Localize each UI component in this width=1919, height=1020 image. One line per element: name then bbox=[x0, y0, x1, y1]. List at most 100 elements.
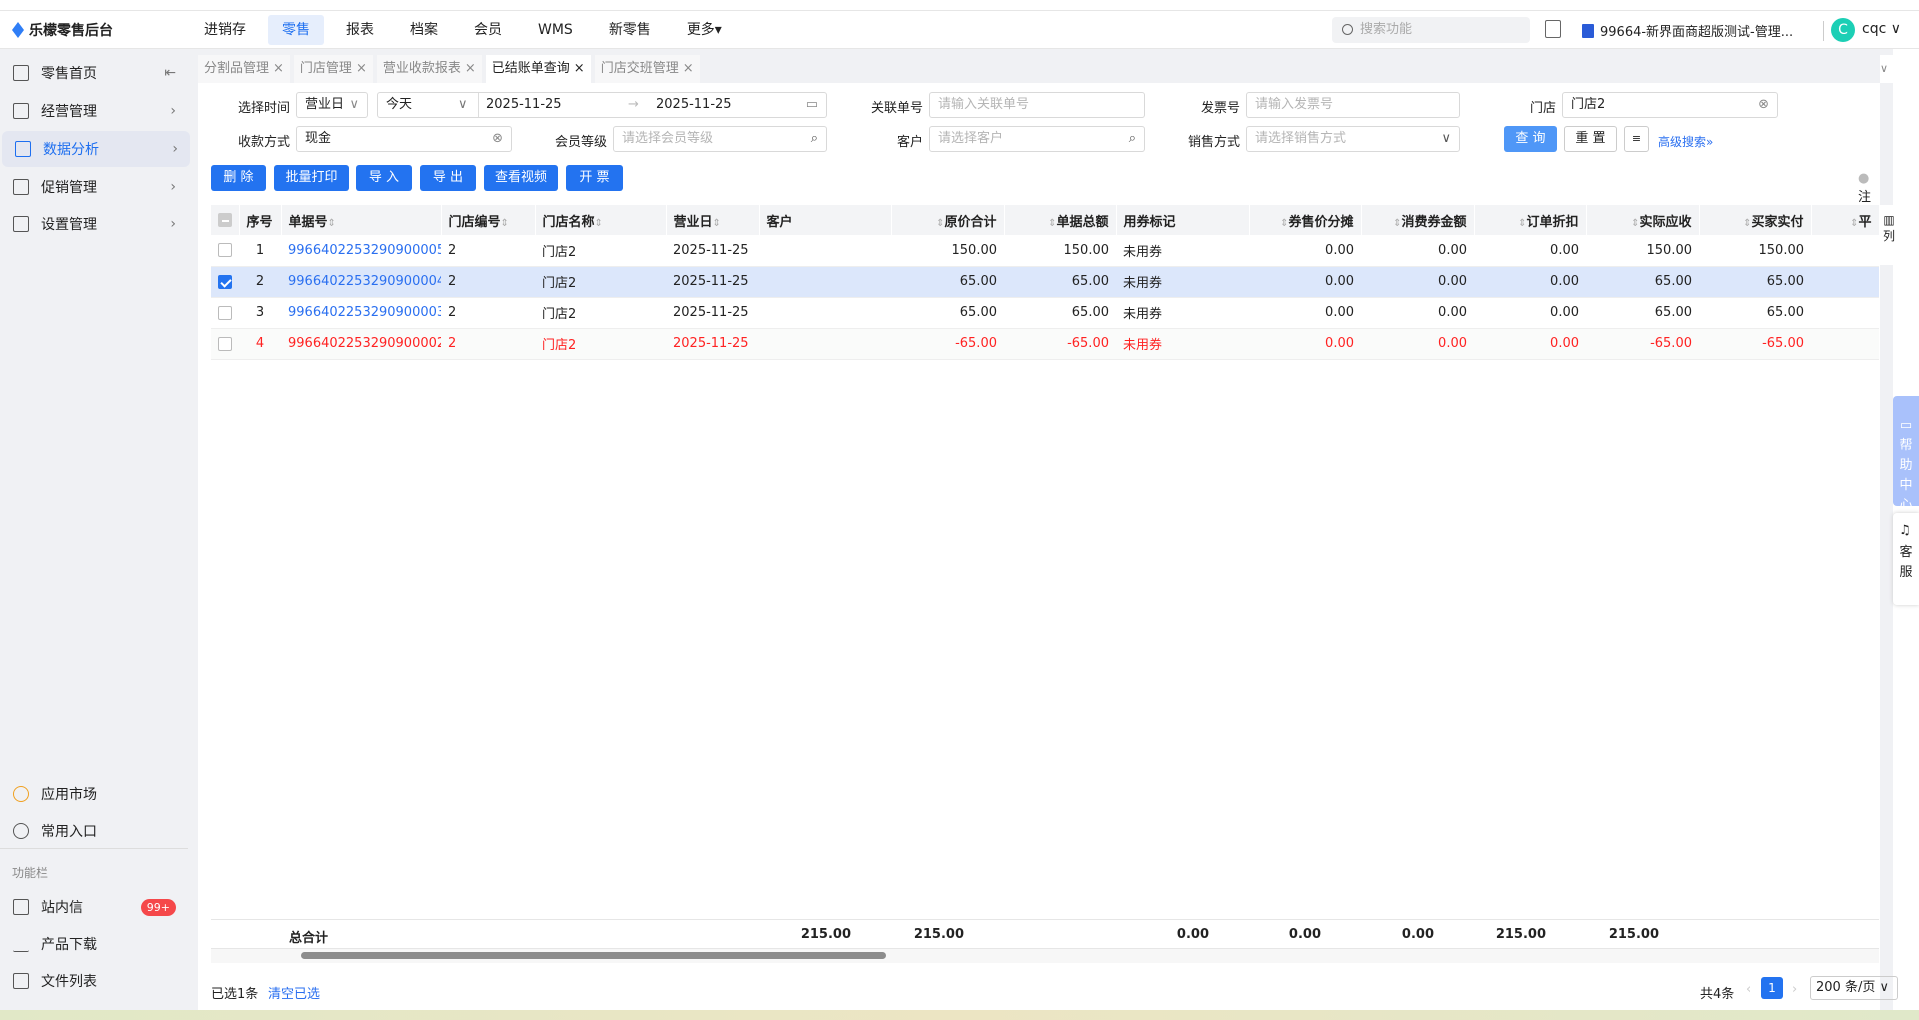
nav-inventory[interactable]: 进销存 bbox=[190, 15, 260, 45]
page-1-button[interactable]: 1 bbox=[1761, 977, 1783, 999]
collapse-icon[interactable]: ⇤ bbox=[164, 65, 176, 81]
table-row[interactable]: 4 9966402253290900002 2 门店2 2025-11-25 -65.00… bbox=[211, 328, 1879, 360]
col-original-total[interactable]: ⇕原价合计 bbox=[891, 205, 1005, 235]
cell-1[interactable]: 9966402253290900004 bbox=[281, 266, 441, 298]
customer-service-button[interactable]: ♫ 客服 bbox=[1893, 513, 1919, 605]
user-menu[interactable]: cqc ∨ bbox=[1862, 21, 1901, 37]
search-icon: ⌕ bbox=[810, 131, 818, 146]
sidebar-app-market[interactable]: 应用市场 bbox=[0, 776, 188, 812]
close-icon[interactable]: × bbox=[273, 61, 284, 76]
clear-selection-link[interactable]: 清空已选 bbox=[268, 983, 320, 1002]
close-icon[interactable]: × bbox=[683, 61, 694, 76]
sidebar-item-data-analysis[interactable]: 数据分析 › bbox=[2, 131, 190, 167]
avatar[interactable]: C bbox=[1831, 18, 1855, 42]
view-video-button[interactable]: 查看视频 bbox=[484, 165, 558, 191]
customer-select[interactable]: 请选择客户 ⌕ bbox=[929, 126, 1145, 152]
close-icon[interactable]: × bbox=[356, 61, 367, 76]
scrollbar-thumb[interactable] bbox=[301, 952, 886, 959]
sidebar-download[interactable]: 产品下载 bbox=[0, 926, 188, 962]
import-button[interactable]: 导 入 bbox=[356, 165, 412, 191]
col-coupon-share[interactable]: ⇕券售价分摊 bbox=[1249, 205, 1362, 235]
label: 数据分析 bbox=[43, 142, 99, 158]
tab-store-management[interactable]: 门店管理 × bbox=[293, 55, 373, 83]
column-settings-button[interactable]: ▥ 列 bbox=[1879, 205, 1899, 265]
time-type-select[interactable]: 营业日 ∨ bbox=[296, 92, 368, 118]
tab-split-goods[interactable]: 分割品管理 × bbox=[198, 55, 290, 83]
sidebar-item-business[interactable]: 经营管理 › bbox=[0, 93, 188, 129]
related-no-input[interactable]: 请输入关联单号 bbox=[929, 92, 1145, 118]
date-to[interactable]: 2025-11-25 bbox=[656, 93, 732, 117]
tab-settled-bills[interactable]: 已结账单查询 × bbox=[485, 55, 591, 83]
batch-print-button[interactable]: 批量打印 bbox=[274, 165, 349, 191]
col-order-discount[interactable]: ⇕订单折扣 bbox=[1474, 205, 1587, 235]
export-button[interactable]: 导 出 bbox=[420, 165, 476, 191]
sidebar-item-promotion[interactable]: 促销管理 › bbox=[0, 169, 188, 205]
invoice-button[interactable]: 开 票 bbox=[566, 165, 623, 191]
page-size-select[interactable]: 200 条/页 ∨ bbox=[1810, 976, 1898, 1000]
date-from[interactable]: 2025-11-25 bbox=[486, 93, 562, 117]
prev-page-icon[interactable]: ‹ bbox=[1746, 982, 1751, 997]
col-paid[interactable]: ⇕买家实付 bbox=[1699, 205, 1812, 235]
col-receivable[interactable]: ⇕实际应收 bbox=[1586, 205, 1700, 235]
advanced-search-link[interactable]: 高级搜索» bbox=[1658, 133, 1713, 150]
logo[interactable]: 乐檬零售后台 bbox=[12, 20, 113, 40]
horizontal-scrollbar[interactable] bbox=[211, 949, 1879, 963]
col-bill-total[interactable]: ⇕单据总额 bbox=[1004, 205, 1117, 235]
table-row[interactable]: 2 9966402253290900004 2 门店2 2025-11-25 65.00 6… bbox=[211, 266, 1879, 298]
printer-icon[interactable] bbox=[1545, 20, 1561, 38]
cell-1[interactable]: 9966402253290900003 bbox=[281, 297, 441, 329]
payment-select[interactable]: 现金 ⊗ bbox=[296, 126, 512, 152]
table-row[interactable]: 1 9966402253290900005 2 门店2 2025-11-25 150.00… bbox=[211, 235, 1879, 267]
col-bill-no[interactable]: 单据号⇕ bbox=[281, 205, 442, 235]
member-level-select[interactable]: 请选择会员等级 ⌕ bbox=[613, 126, 827, 152]
col-store-name[interactable]: 门店名称⇕ bbox=[535, 205, 667, 235]
tab-shift-handover[interactable]: 门店交班管理 × bbox=[594, 55, 700, 83]
clear-icon[interactable]: ⊗ bbox=[1758, 93, 1769, 117]
table-row[interactable]: 3 9966402253290900003 2 门店2 2025-11-25 65.00 6… bbox=[211, 297, 1879, 329]
col-business-day[interactable]: 营业日⇕ bbox=[666, 205, 760, 235]
select-all-checkbox[interactable] bbox=[211, 205, 240, 235]
invoice-label: 发票号 bbox=[1200, 101, 1240, 116]
help-center-button[interactable]: ▭ 帮助中心 bbox=[1893, 396, 1919, 513]
sidebar-messages[interactable]: 站内信 99+ bbox=[0, 889, 188, 925]
function-search-input[interactable]: 搜索功能 bbox=[1332, 17, 1530, 43]
tabs-more-button[interactable]: ∨ bbox=[1880, 55, 1893, 83]
row-checkbox[interactable] bbox=[211, 235, 239, 267]
period-select[interactable]: 今天 bbox=[386, 97, 412, 112]
nav-reports[interactable]: 报表 bbox=[332, 15, 388, 45]
sidebar-item-retail-home[interactable]: 零售首页 ⇤ bbox=[0, 55, 188, 91]
nav-member[interactable]: 会员 bbox=[460, 15, 516, 45]
query-button[interactable]: 查 询 bbox=[1504, 126, 1557, 152]
row-checkbox[interactable] bbox=[211, 266, 239, 298]
sidebar-file-list[interactable]: 文件列表 bbox=[0, 963, 188, 999]
store-icon bbox=[1582, 23, 1594, 38]
tab-revenue-report[interactable]: 营业收款报表 × bbox=[376, 55, 482, 83]
col-more[interactable]: ⇕平 bbox=[1811, 205, 1880, 235]
reset-button[interactable]: 重 置 bbox=[1564, 126, 1617, 152]
cell-1[interactable]: 9966402253290900005 bbox=[281, 235, 441, 267]
cell-1[interactable]: 9966402253290900002 bbox=[281, 328, 441, 360]
clear-icon[interactable]: ⊗ bbox=[492, 127, 503, 151]
nav-wms[interactable]: WMS bbox=[524, 15, 587, 45]
invoice-input[interactable]: 请输入发票号 bbox=[1246, 92, 1460, 118]
store-select[interactable]: 门店2 ⊗ bbox=[1562, 92, 1778, 118]
store-switcher[interactable]: 99664-新界面商超版测试-管理... bbox=[1582, 21, 1793, 40]
col-store-code[interactable]: 门店编号⇕ bbox=[441, 205, 536, 235]
nav-new-retail[interactable]: 新零售 bbox=[595, 15, 665, 45]
close-icon[interactable]: × bbox=[574, 61, 585, 76]
cell-14 bbox=[1811, 328, 1879, 360]
row-checkbox[interactable] bbox=[211, 297, 239, 329]
col-coupon-amount[interactable]: ⇕消费券金额 bbox=[1361, 205, 1475, 235]
sidebar-item-settings[interactable]: 设置管理 › bbox=[0, 206, 188, 242]
sidebar-favorites[interactable]: 常用入口 bbox=[0, 813, 188, 849]
nav-retail[interactable]: 零售 bbox=[268, 15, 324, 45]
delete-button[interactable]: 删 除 bbox=[211, 165, 266, 191]
next-page-icon[interactable]: › bbox=[1792, 982, 1797, 997]
nav-archive[interactable]: 档案 bbox=[396, 15, 452, 45]
sale-method-select[interactable]: 请选择销售方式 ∨ bbox=[1246, 126, 1460, 152]
date-range-picker[interactable]: 今天 ∨ 2025-11-25 → 2025-11-25 ▭ bbox=[377, 92, 827, 118]
row-checkbox[interactable] bbox=[211, 328, 239, 360]
filter-settings-icon[interactable]: ≡ bbox=[1624, 126, 1649, 152]
nav-more[interactable]: 更多▾ bbox=[673, 15, 736, 45]
close-icon[interactable]: × bbox=[465, 61, 476, 76]
